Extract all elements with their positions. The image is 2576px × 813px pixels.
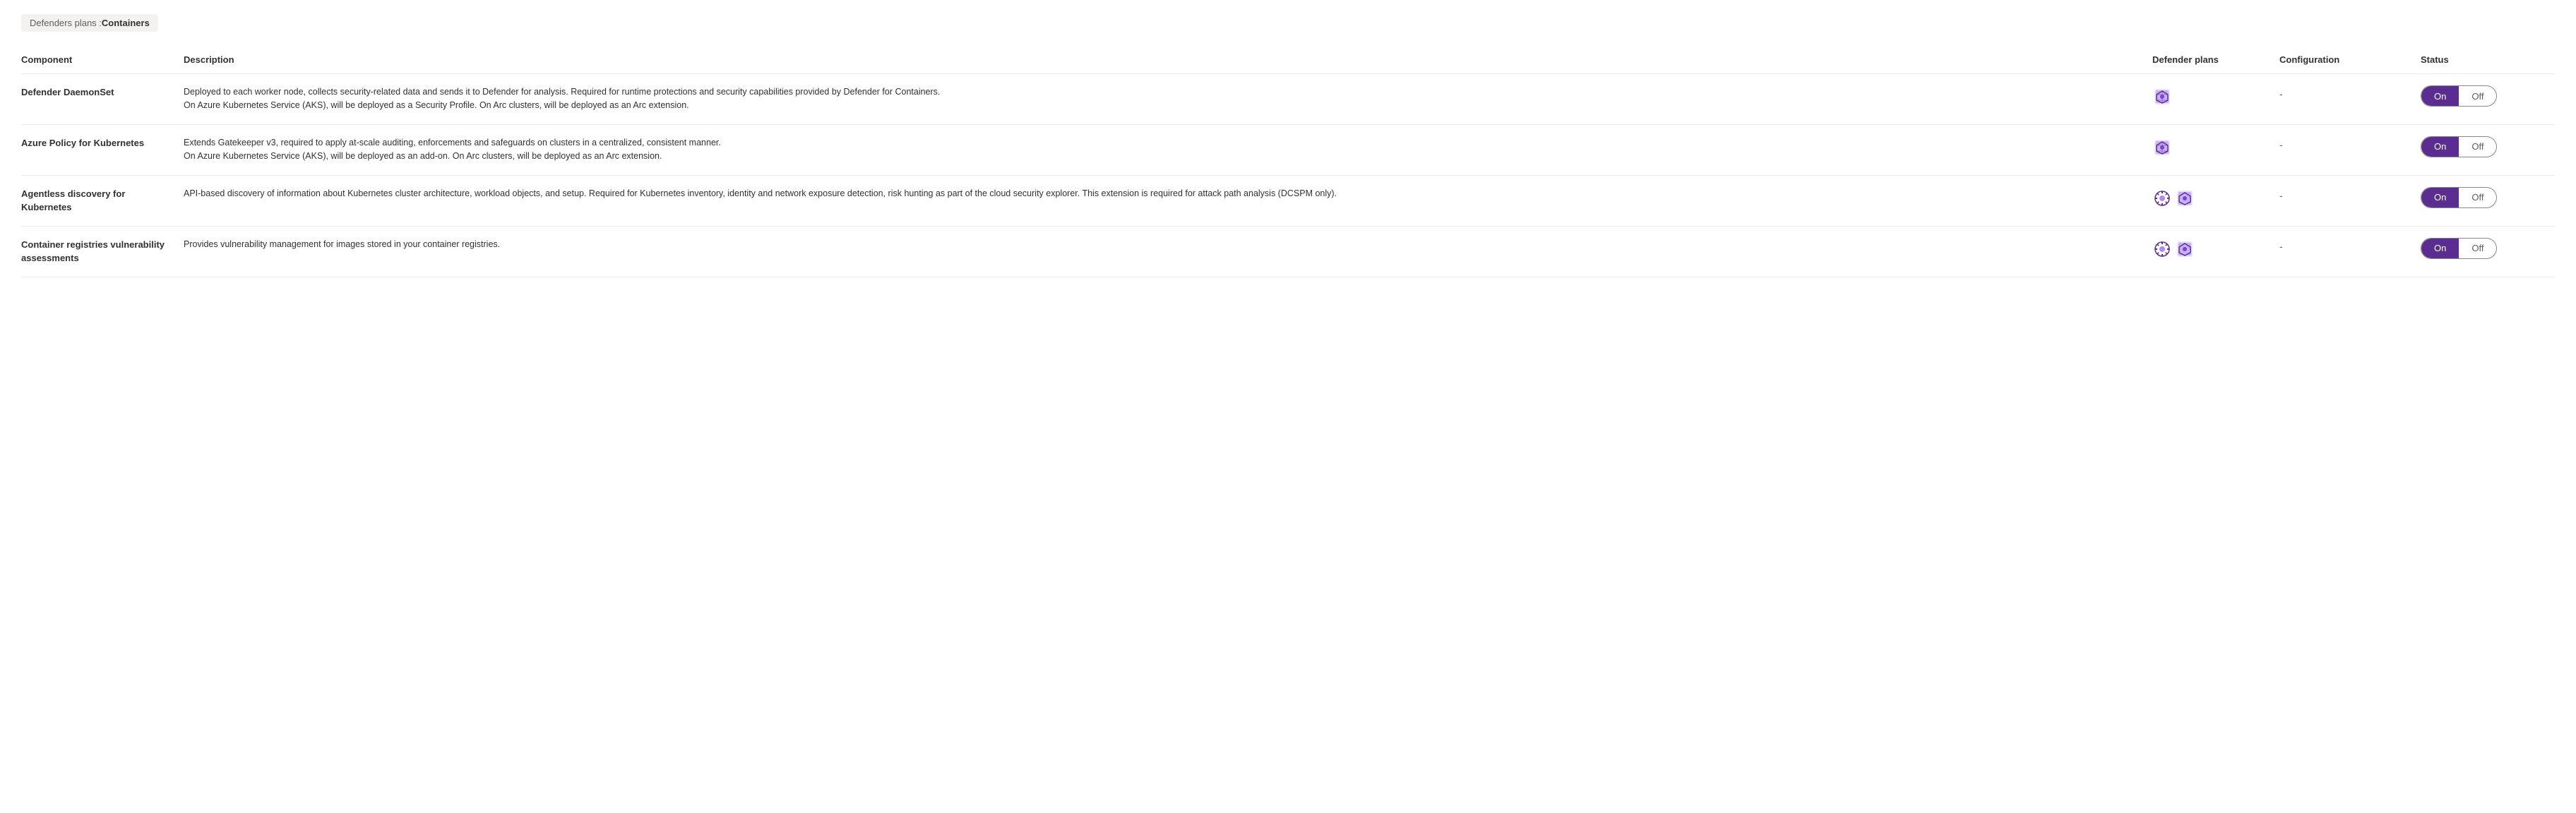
component-name-azure-policy: Azure Policy for Kubernetes: [21, 136, 177, 150]
configuration-container-registries: -: [2272, 238, 2414, 254]
description-defender-daemonset: Deployed to each worker node, collects s…: [177, 85, 2145, 113]
icon-agentless-discovery: [2145, 187, 2272, 208]
toggle-on-button[interactable]: On: [2421, 239, 2459, 258]
breadcrumb: Defenders plans : Containers: [21, 14, 158, 32]
col-header-defender-plans: Defender plans: [2145, 54, 2272, 65]
table-row: Defender DaemonSet Deployed to each work…: [21, 74, 2555, 125]
toggle-on-button[interactable]: On: [2421, 137, 2459, 157]
status-cell-container-registries: On Off: [2414, 238, 2555, 259]
breadcrumb-prefix: Defenders plans :: [30, 18, 102, 28]
components-table: Component Description Defender plans Con…: [21, 49, 2555, 277]
description-container-registries: Provides vulnerability management for im…: [177, 238, 2145, 251]
configuration-agentless-discovery: -: [2272, 187, 2414, 203]
toggle-container-registries[interactable]: On Off: [2421, 238, 2548, 259]
toggle-agentless-discovery[interactable]: On Off: [2421, 187, 2548, 208]
toggle-off-button[interactable]: Off: [2459, 188, 2496, 207]
status-cell-azure-policy: On Off: [2414, 136, 2555, 157]
component-name-defender-daemonset: Defender DaemonSet: [21, 85, 177, 100]
status-cell-defender-daemonset: On Off: [2414, 85, 2555, 107]
table-row: Agentless discovery for Kubernetes API-b…: [21, 176, 2555, 227]
toggle-defender-daemonset[interactable]: On Off: [2421, 85, 2548, 107]
table-row: Azure Policy for Kubernetes Extends Gate…: [21, 125, 2555, 176]
icon-container-registries: [2145, 238, 2272, 259]
component-name-container-registries: Container registries vulnerability asses…: [21, 238, 177, 265]
col-header-status: Status: [2414, 54, 2555, 65]
toggle-off-button[interactable]: Off: [2459, 239, 2496, 258]
toggle-on-button[interactable]: On: [2421, 188, 2459, 207]
status-cell-agentless-discovery: On Off: [2414, 187, 2555, 208]
description-agentless-discovery: API-based discovery of information about…: [177, 187, 2145, 200]
component-name-agentless-discovery: Agentless discovery for Kubernetes: [21, 187, 177, 215]
table-row: Container registries vulnerability asses…: [21, 227, 2555, 277]
col-header-description: Description: [177, 54, 2145, 65]
configuration-azure-policy: -: [2272, 136, 2414, 152]
toggle-off-button[interactable]: Off: [2459, 86, 2496, 106]
toggle-off-button[interactable]: Off: [2459, 137, 2496, 157]
icon-azure-policy: [2145, 136, 2272, 157]
col-header-configuration: Configuration: [2272, 54, 2414, 65]
col-header-component: Component: [21, 54, 177, 65]
icon-defender-daemonset: [2145, 85, 2272, 107]
toggle-on-button[interactable]: On: [2421, 86, 2459, 106]
toggle-azure-policy[interactable]: On Off: [2421, 136, 2548, 157]
breadcrumb-current: Containers: [102, 18, 150, 28]
configuration-defender-daemonset: -: [2272, 85, 2414, 102]
description-azure-policy: Extends Gatekeeper v3, required to apply…: [177, 136, 2145, 164]
table-header: Component Description Defender plans Con…: [21, 49, 2555, 74]
